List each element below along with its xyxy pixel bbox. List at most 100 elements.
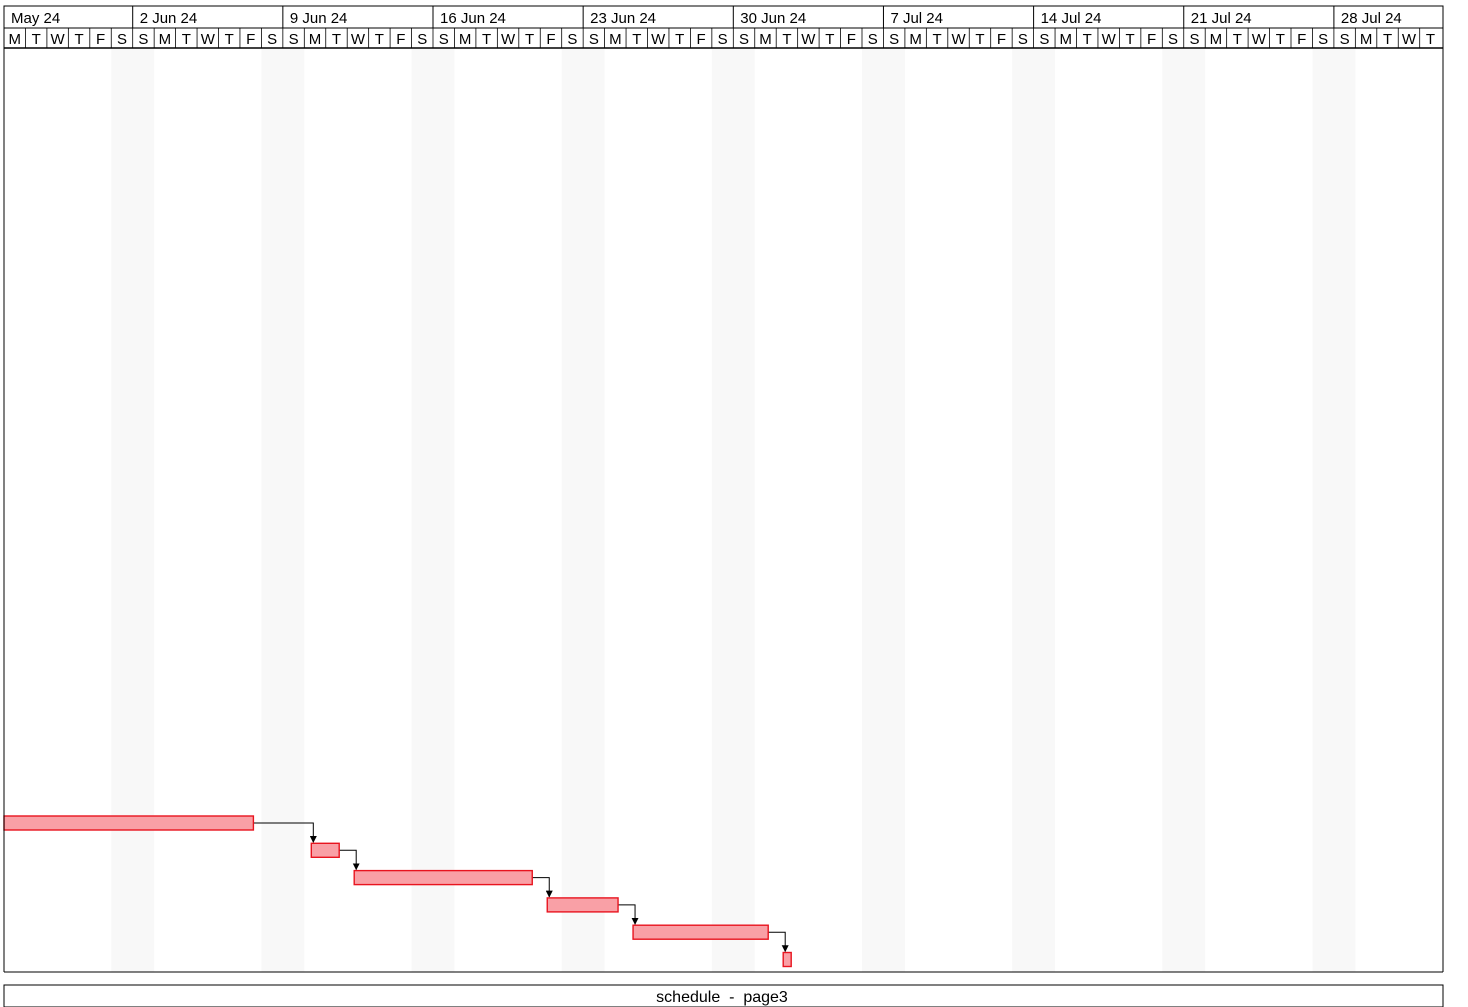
day-label: F bbox=[546, 31, 555, 48]
day-label: F bbox=[246, 31, 255, 48]
week-label: 14 Jul 24 bbox=[1041, 10, 1102, 27]
day-label: M bbox=[459, 31, 472, 48]
day-label: F bbox=[697, 31, 706, 48]
week-label: 7 Jul 24 bbox=[890, 10, 943, 27]
day-label: S bbox=[1039, 31, 1049, 48]
day-label: T bbox=[1426, 31, 1435, 48]
day-label: S bbox=[739, 31, 749, 48]
day-label: M bbox=[759, 31, 772, 48]
day-label: T bbox=[225, 31, 234, 48]
day-label: S bbox=[1318, 31, 1328, 48]
day-label: S bbox=[138, 31, 148, 48]
dependency-arrow bbox=[339, 849, 360, 871]
week-label: 21 Jul 24 bbox=[1191, 10, 1252, 27]
day-label: S bbox=[889, 31, 899, 48]
task-bar bbox=[546, 897, 619, 913]
day-label: T bbox=[632, 31, 641, 48]
day-label: W bbox=[201, 31, 216, 48]
day-label: S bbox=[868, 31, 878, 48]
day-label: T bbox=[932, 31, 941, 48]
day-label: T bbox=[1126, 31, 1135, 48]
week-label: 9 Jun 24 bbox=[290, 10, 348, 27]
day-label: T bbox=[525, 31, 534, 48]
day-label: T bbox=[1383, 31, 1392, 48]
day-label: S bbox=[1340, 31, 1350, 48]
weekend-band bbox=[862, 48, 905, 972]
day-label: T bbox=[375, 31, 384, 48]
day-label: T bbox=[32, 31, 41, 48]
day-label: S bbox=[289, 31, 299, 48]
day-label: T bbox=[482, 31, 491, 48]
day-label: T bbox=[182, 31, 191, 48]
day-label: F bbox=[1147, 31, 1156, 48]
day-label: S bbox=[417, 31, 427, 48]
week-label: 16 Jun 24 bbox=[440, 10, 506, 27]
day-label: M bbox=[1360, 31, 1373, 48]
dependency-arrow bbox=[768, 931, 789, 953]
day-label: W bbox=[1102, 31, 1117, 48]
footer-title: schedule - page3 bbox=[656, 989, 788, 1006]
day-label: W bbox=[51, 31, 66, 48]
day-label: W bbox=[501, 31, 516, 48]
day-label: F bbox=[396, 31, 405, 48]
week-label: 30 Jun 24 bbox=[740, 10, 806, 27]
day-label: M bbox=[909, 31, 922, 48]
day-label: W bbox=[351, 31, 366, 48]
day-label: T bbox=[975, 31, 984, 48]
task-bar bbox=[310, 842, 340, 858]
week-label: 28 Jul 24 bbox=[1341, 10, 1402, 27]
day-label: T bbox=[675, 31, 684, 48]
day-label: M bbox=[309, 31, 322, 48]
weekend-shading bbox=[111, 48, 1356, 972]
day-label: T bbox=[1233, 31, 1242, 48]
day-label: M bbox=[8, 31, 21, 48]
day-label: S bbox=[567, 31, 577, 48]
day-label: W bbox=[1402, 31, 1417, 48]
weekend-band bbox=[411, 48, 455, 972]
day-label: S bbox=[439, 31, 449, 48]
day-label: S bbox=[1189, 31, 1199, 48]
dependency-arrow bbox=[532, 877, 553, 898]
day-label: T bbox=[74, 31, 83, 48]
day-label: F bbox=[96, 31, 105, 48]
weekend-band bbox=[111, 48, 155, 972]
day-label: W bbox=[1252, 31, 1267, 48]
day-label: T bbox=[782, 31, 791, 48]
weekend-band bbox=[1162, 48, 1206, 972]
day-label: F bbox=[1297, 31, 1306, 48]
weekend-band bbox=[711, 48, 755, 972]
dependency-arrow bbox=[618, 904, 639, 925]
day-label: M bbox=[1210, 31, 1223, 48]
day-label: S bbox=[589, 31, 599, 48]
day-label: S bbox=[1018, 31, 1028, 48]
gantt-chart: May 24 2 Jun 24 9 Jun 24 16 Jun 24 23 Jun 24… bbox=[3, 5, 1444, 1007]
day-label: T bbox=[1276, 31, 1285, 48]
day-label: F bbox=[997, 31, 1006, 48]
task-bar bbox=[782, 951, 792, 968]
weekend-band bbox=[1012, 48, 1056, 972]
week-label: May 24 bbox=[11, 10, 60, 27]
day-label: S bbox=[267, 31, 277, 48]
day-label: W bbox=[801, 31, 816, 48]
day-label: T bbox=[825, 31, 834, 48]
day-label: T bbox=[332, 31, 341, 48]
weekend-band bbox=[261, 48, 305, 972]
day-label: W bbox=[651, 31, 666, 48]
week-label: 2 Jun 24 bbox=[140, 10, 198, 27]
day-label: S bbox=[117, 31, 127, 48]
day-label: F bbox=[847, 31, 856, 48]
day-label: S bbox=[718, 31, 728, 48]
day-label: T bbox=[1083, 31, 1092, 48]
day-label: M bbox=[1060, 31, 1073, 48]
task-bar bbox=[3, 815, 255, 831]
task-bar bbox=[353, 869, 533, 886]
day-label: M bbox=[159, 31, 172, 48]
weekend-band bbox=[1312, 48, 1356, 972]
week-label: 23 Jun 24 bbox=[590, 10, 656, 27]
day-label: S bbox=[1168, 31, 1178, 48]
day-label: M bbox=[609, 31, 622, 48]
timeline-header: May 24 2 Jun 24 9 Jun 24 16 Jun 24 23 Jun 24… bbox=[3, 5, 1444, 49]
task-bar bbox=[632, 924, 769, 940]
day-label: W bbox=[951, 31, 966, 48]
weekend-band bbox=[561, 48, 605, 972]
